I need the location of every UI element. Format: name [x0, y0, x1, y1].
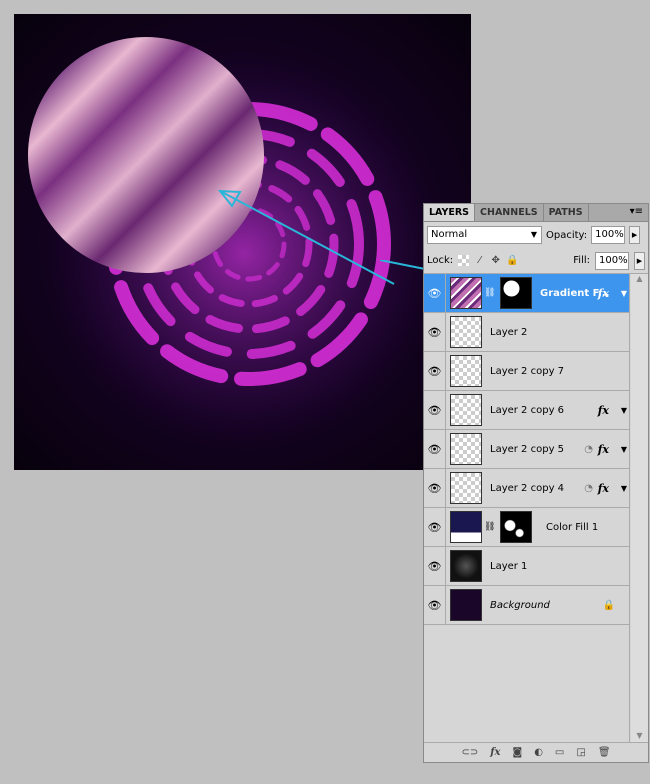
opacity-slider-button[interactable]: ▶: [629, 226, 641, 244]
layer-name: Background: [490, 599, 550, 611]
smart-object-thumbnail: [450, 394, 482, 426]
visibility-eye-icon[interactable]: 👁: [424, 274, 446, 312]
link-icon: ⛓: [484, 288, 496, 298]
layers-panel: LAYERS CHANNELS PATHS ▾≡ Normal ▼ Opacity…: [423, 203, 649, 763]
layer-row[interactable]: 👁 Layer 2 copy 7: [424, 352, 629, 391]
link-layers-icon[interactable]: ⊂⊃: [461, 747, 478, 758]
mask-thumbnail: [500, 277, 532, 309]
layer-name: Layer 2 copy 4: [490, 482, 565, 494]
opacity-input[interactable]: 100%: [591, 226, 626, 244]
visibility-eye-icon[interactable]: 👁: [424, 469, 446, 507]
expand-effects-icon[interactable]: ▼: [621, 406, 627, 415]
visibility-eye-icon[interactable]: 👁: [424, 547, 446, 585]
expand-effects-icon[interactable]: ▼: [621, 289, 627, 298]
layers-list: 👁 ⛓ Gradient F... fx ▼ 👁 Layer 2 👁 Layer 2…: [424, 274, 630, 742]
chevron-down-icon: ▼: [530, 230, 537, 239]
lock-move-icon[interactable]: ✥: [490, 255, 501, 266]
scroll-down-icon[interactable]: ▼: [631, 731, 648, 740]
visibility-eye-icon[interactable]: 👁: [424, 313, 446, 351]
visibility-eye-icon[interactable]: 👁: [424, 586, 446, 624]
layer-row[interactable]: 👁 ⛓ Gradient F... fx ▼: [424, 274, 629, 313]
new-group-icon[interactable]: ▭: [555, 747, 564, 758]
expand-effects-icon[interactable]: ▼: [621, 445, 627, 454]
blend-mode-select[interactable]: Normal ▼: [427, 226, 542, 244]
tab-layers[interactable]: LAYERS: [424, 204, 476, 221]
link-icon: ⛓: [484, 522, 496, 532]
layer-row[interactable]: 👁 Background 🔒: [424, 586, 629, 625]
fill-label: Fill:: [573, 255, 590, 266]
fx-icon[interactable]: fx: [598, 287, 609, 300]
add-mask-icon[interactable]: ◙: [512, 747, 522, 758]
layer-row[interactable]: 👁 Layer 2 copy 4 ◔ fx ▼: [424, 469, 629, 508]
layer-name: Color Fill 1: [546, 521, 599, 533]
new-layer-icon[interactable]: ◲: [576, 747, 585, 758]
scroll-up-icon[interactable]: ▲: [631, 274, 648, 283]
layer-thumbnail: [450, 277, 482, 309]
lock-icon: 🔒: [602, 599, 615, 611]
artwork: [28, 37, 444, 454]
fill-thumbnail: [450, 511, 482, 543]
fill-input[interactable]: 100%: [595, 251, 629, 270]
lock-brush-icon[interactable]: ⁄: [474, 255, 485, 266]
visibility-eye-icon[interactable]: 👁: [424, 508, 446, 546]
layer-name: Layer 2 copy 5: [490, 443, 565, 455]
layer-row[interactable]: 👁 Layer 2 copy 5 ◔ fx ▼: [424, 430, 629, 469]
lock-transparency-icon[interactable]: [458, 255, 470, 266]
smart-filter-icon: ◔: [584, 443, 593, 455]
layer-row[interactable]: 👁 ⛓ Color Fill 1: [424, 508, 629, 547]
expand-effects-icon[interactable]: ▼: [621, 484, 627, 493]
layer-row[interactable]: 👁 Layer 1: [424, 547, 629, 586]
layer-thumbnail: [450, 355, 482, 387]
fx-icon[interactable]: fx: [598, 443, 609, 456]
layer-thumbnail: [450, 550, 482, 582]
blend-mode-value: Normal: [431, 229, 468, 240]
visibility-eye-icon[interactable]: 👁: [424, 352, 446, 390]
panel-menu-icon[interactable]: ▾≡: [625, 204, 648, 221]
opacity-label: Opacity:: [546, 229, 588, 241]
layer-thumbnail: [450, 316, 482, 348]
lock-label: Lock:: [427, 255, 454, 266]
smart-filter-icon: ◔: [584, 482, 593, 494]
layer-thumbnail: [450, 589, 482, 621]
mask-thumbnail: [500, 511, 532, 543]
fx-icon[interactable]: fx: [598, 482, 609, 495]
tab-paths[interactable]: PATHS: [544, 204, 589, 221]
add-style-icon[interactable]: fx: [490, 747, 500, 758]
fill-slider-button[interactable]: ▶: [634, 251, 645, 270]
layer-name: Layer 2: [490, 326, 528, 338]
visibility-eye-icon[interactable]: 👁: [424, 391, 446, 429]
adjustment-layer-icon[interactable]: ◐: [534, 747, 543, 758]
layer-name: Layer 2 copy 6: [490, 404, 565, 416]
tab-channels[interactable]: CHANNELS: [475, 204, 544, 221]
delete-layer-icon[interactable]: 🗑: [598, 747, 611, 758]
layer-name: Layer 2 copy 7: [490, 365, 565, 377]
document-canvas[interactable]: [14, 14, 471, 470]
layer-row[interactable]: 👁 Layer 2: [424, 313, 629, 352]
fx-icon[interactable]: fx: [598, 404, 609, 417]
scrollbar[interactable]: ▲ ▼: [631, 274, 648, 742]
smart-object-thumbnail: [450, 472, 482, 504]
layer-row[interactable]: 👁 Layer 2 copy 6 fx ▼: [424, 391, 629, 430]
visibility-eye-icon[interactable]: 👁: [424, 430, 446, 468]
smart-object-thumbnail: [450, 433, 482, 465]
layers-toolbar: ⊂⊃ fx ◙ ◐ ▭ ◲ 🗑: [424, 742, 648, 762]
lock-all-icon[interactable]: 🔒: [506, 255, 518, 266]
layer-name: Layer 1: [490, 560, 528, 572]
